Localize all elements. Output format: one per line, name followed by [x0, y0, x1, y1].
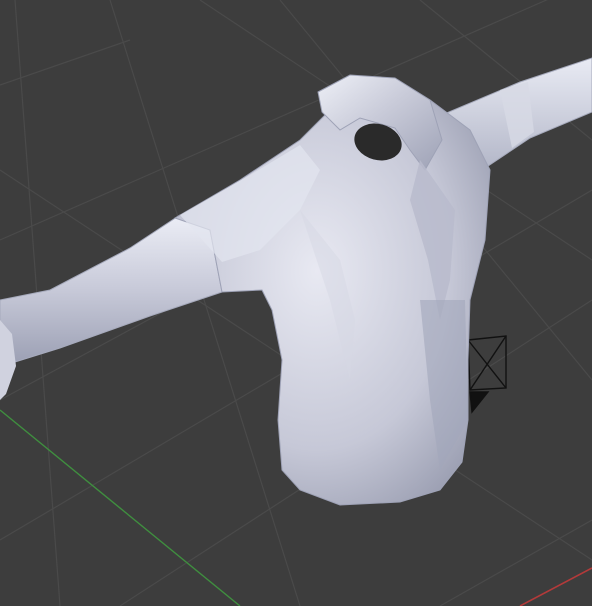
y-axis-line — [0, 409, 241, 606]
camera-object[interactable] — [467, 335, 507, 414]
x-axis-line — [519, 567, 592, 606]
viewport-canvas[interactable] — [0, 0, 592, 606]
shirt-model[interactable] — [0, 57, 592, 506]
3d-viewport[interactable] — [0, 0, 592, 606]
